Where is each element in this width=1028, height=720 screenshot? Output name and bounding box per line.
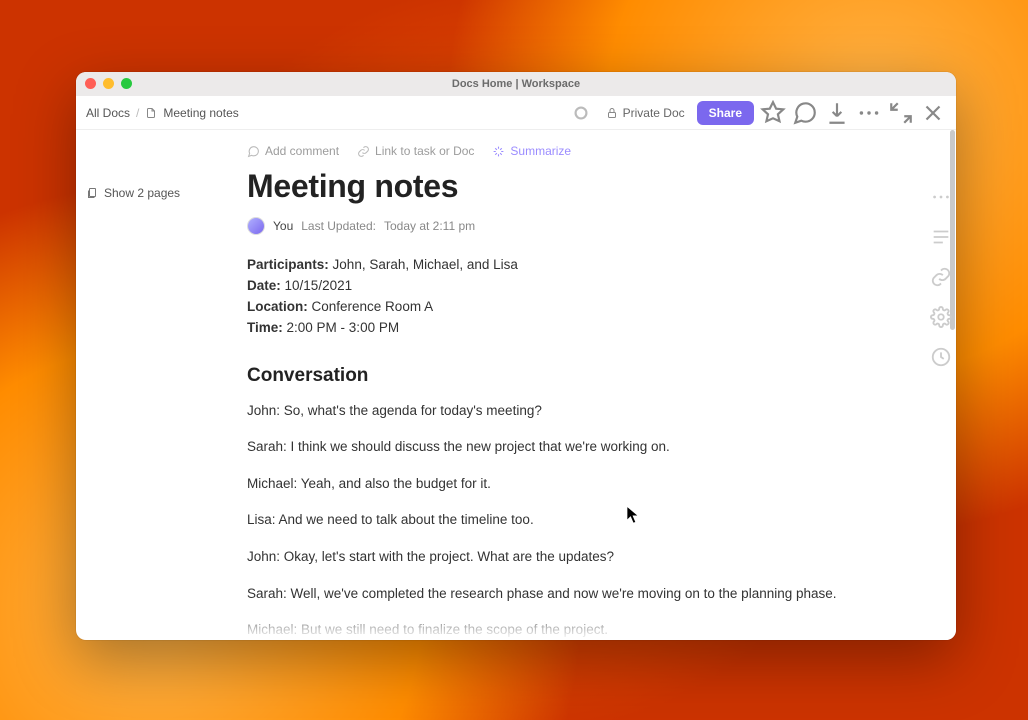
document-content: Add comment Link to task or Doc Summariz… <box>241 130 956 640</box>
conversation-heading[interactable]: Conversation <box>247 365 908 387</box>
conversation-text: Lisa: And we need to talk about the time… <box>247 512 534 527</box>
conversation-line[interactable]: John: So, what's the agenda for today's … <box>247 401 908 421</box>
document-quick-actions: Add comment Link to task or Doc Summariz… <box>247 144 908 158</box>
comments-icon[interactable] <box>792 100 818 126</box>
privacy-toggle[interactable]: Private Doc <box>600 106 691 120</box>
rail-more-icon[interactable] <box>930 186 952 208</box>
page-title[interactable]: Meeting notes <box>247 168 908 205</box>
add-comment-label: Add comment <box>265 144 339 158</box>
link-task-label: Link to task or Doc <box>375 144 474 158</box>
conversation-line[interactable]: Sarah: Well, we've completed the researc… <box>247 584 908 604</box>
show-pages-label: Show 2 pages <box>104 186 180 200</box>
date-label: Date: <box>247 278 281 293</box>
close-icon[interactable] <box>920 100 946 126</box>
conversation-line[interactable]: + Lisa: And we need to talk about the ti… <box>247 510 908 530</box>
right-rail <box>930 186 952 368</box>
breadcrumb-current[interactable]: Meeting notes <box>163 106 238 120</box>
sparkle-icon <box>492 145 505 158</box>
add-comment-action[interactable]: Add comment <box>247 144 339 158</box>
location-value: Conference Room A <box>312 299 434 314</box>
window-titlebar: Docs Home | Workspace <box>76 72 956 96</box>
summarize-action[interactable]: Summarize <box>492 144 571 158</box>
participants-label: Participants: <box>247 257 329 272</box>
desktop-wallpaper: Docs Home | Workspace All Docs / Meeting… <box>0 0 1028 720</box>
download-icon[interactable] <box>824 100 850 126</box>
window-minimize-button[interactable] <box>103 78 114 89</box>
window-close-button[interactable] <box>85 78 96 89</box>
pages-icon <box>86 187 98 199</box>
favorite-icon[interactable] <box>760 100 786 126</box>
summarize-label: Summarize <box>510 144 571 158</box>
author-name[interactable]: You <box>273 219 293 233</box>
more-menu-icon[interactable] <box>856 100 882 126</box>
window-controls <box>85 78 132 89</box>
time-label: Time: <box>247 320 283 335</box>
document-icon <box>145 107 157 119</box>
breadcrumb-root[interactable]: All Docs <box>86 106 130 120</box>
content-scroll[interactable]: Add comment Link to task or Doc Summariz… <box>241 130 956 640</box>
last-updated-label: Last Updated: <box>301 219 376 233</box>
breadcrumb: All Docs / Meeting notes <box>86 106 239 120</box>
breadcrumb-separator: / <box>136 106 139 120</box>
document-body: Show 2 pages Add comment Link to task or… <box>76 130 956 640</box>
collapse-icon[interactable] <box>888 100 914 126</box>
link-icon <box>357 145 370 158</box>
conversation-line[interactable]: Michael: Yeah, and also the budget for i… <box>247 474 908 494</box>
link-task-action[interactable]: Link to task or Doc <box>357 144 474 158</box>
rail-settings-icon[interactable] <box>930 306 952 328</box>
location-label: Location: <box>247 299 308 314</box>
meeting-meta[interactable]: Participants: John, Sarah, Michael, and … <box>247 255 908 339</box>
conversation-line[interactable]: Sarah: I think we should discuss the new… <box>247 437 908 457</box>
left-sidebar: Show 2 pages <box>76 130 241 640</box>
rail-history-icon[interactable] <box>930 346 952 368</box>
conversation-line[interactable]: John: Okay, let's start with the project… <box>247 547 908 567</box>
rail-link-icon[interactable] <box>930 266 952 288</box>
comment-icon <box>247 145 260 158</box>
avatar[interactable] <box>247 217 265 235</box>
doc-byline: You Last Updated: Today at 2:11 pm <box>247 217 908 235</box>
lock-icon <box>606 107 618 119</box>
time-value: 2:00 PM - 3:00 PM <box>287 320 400 335</box>
toolbar: All Docs / Meeting notes Private Doc Sha… <box>76 96 956 130</box>
share-button[interactable]: Share <box>697 101 754 125</box>
last-updated-value: Today at 2:11 pm <box>384 219 475 233</box>
window-maximize-button[interactable] <box>121 78 132 89</box>
status-indicator-icon[interactable] <box>568 100 594 126</box>
show-pages-toggle[interactable]: Show 2 pages <box>86 186 231 200</box>
add-block-handle[interactable]: + <box>241 510 242 532</box>
bottom-fade <box>241 604 956 640</box>
window-title: Docs Home | Workspace <box>452 78 580 90</box>
date-value: 10/15/2021 <box>285 278 353 293</box>
privacy-label: Private Doc <box>623 106 685 120</box>
participants-value: John, Sarah, Michael, and Lisa <box>333 257 518 272</box>
app-window: Docs Home | Workspace All Docs / Meeting… <box>76 72 956 640</box>
rail-text-icon[interactable] <box>930 226 952 248</box>
